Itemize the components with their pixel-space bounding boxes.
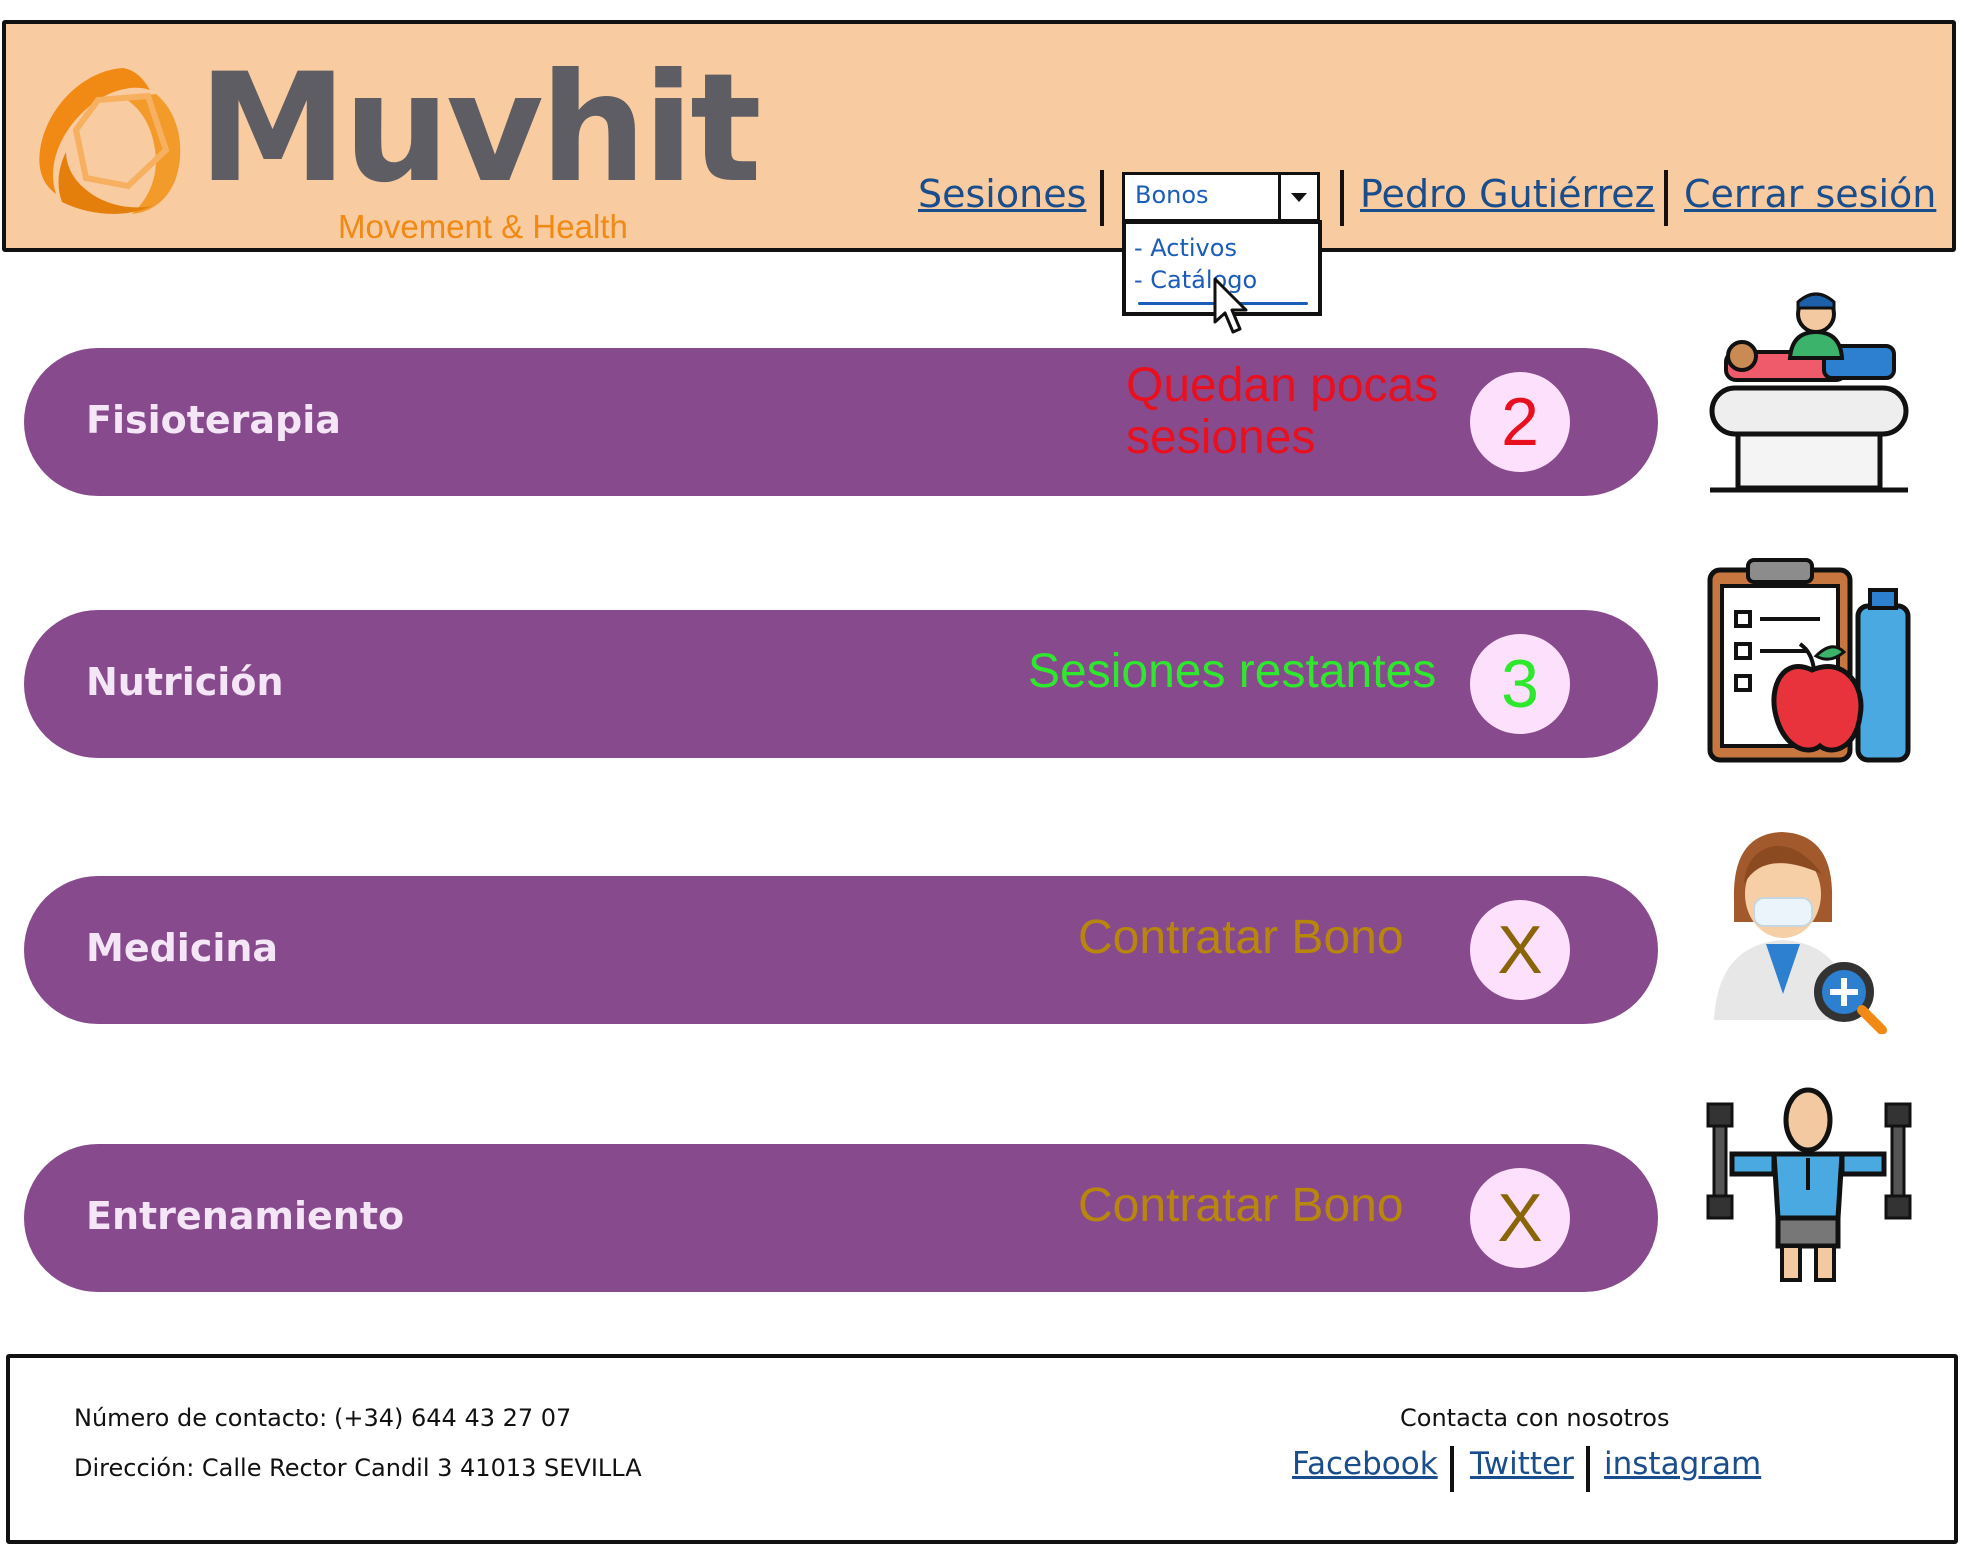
chevron-down-icon[interactable] — [1278, 175, 1317, 219]
footer-phone-value: (+34) 644 43 27 07 — [334, 1404, 572, 1432]
nav-user-link[interactable]: Pedro Gutiérrez — [1360, 170, 1655, 218]
logo-wordmark: Muvhit — [198, 42, 762, 216]
contract-bono-link[interactable]: Contratar Bono — [1078, 1178, 1404, 1233]
footer-address: Dirección: Calle Rector Candil 3 41013 S… — [74, 1454, 642, 1482]
footer-phone-label: Número de contacto: — [74, 1404, 328, 1432]
logo-tagline: Movement & Health — [338, 208, 628, 245]
muvhit-logo[interactable]: Muvhit Movement & Health — [28, 40, 762, 245]
nav-separator — [1340, 170, 1344, 226]
footer: Número de contacto: (+34) 644 43 27 07 D… — [6, 1354, 1958, 1544]
service-status-warning: Quedan pocas sesiones — [1126, 359, 1439, 464]
sessions-count-badge: 3 — [1470, 634, 1570, 734]
nav-separator — [1664, 170, 1668, 226]
training-dumbbells-icon — [1706, 1087, 1912, 1282]
facebook-link[interactable]: Facebook — [1292, 1446, 1438, 1482]
service-bar-entrenamiento[interactable]: Entrenamiento Contratar Bono X — [24, 1144, 1658, 1292]
service-bar-fisioterapia[interactable]: Fisioterapia Quedan pocas sesiones 2 — [24, 348, 1658, 496]
service-status-remaining: Sesiones restantes — [1028, 645, 1437, 698]
nav-logout-link[interactable]: Cerrar sesión — [1684, 170, 1936, 218]
service-name: Medicina — [86, 926, 279, 970]
mouse-cursor-icon — [1213, 277, 1248, 334]
footer-separator — [1586, 1446, 1590, 1492]
service-name: Nutrición — [86, 660, 284, 704]
dropdown-item-activos[interactable]: - Activos — [1134, 234, 1237, 262]
sessions-count-badge: X — [1470, 900, 1570, 1000]
nav-separator — [1100, 170, 1104, 226]
doctor-icon — [1714, 832, 1887, 1034]
instagram-link[interactable]: instagram — [1604, 1446, 1761, 1482]
service-name: Entrenamiento — [86, 1194, 405, 1238]
service-name: Fisioterapia — [86, 398, 341, 442]
bonos-select[interactable]: Bonos — [1122, 172, 1320, 222]
sessions-count-badge: 2 — [1470, 372, 1570, 472]
sessions-count-badge: X — [1470, 1168, 1570, 1268]
nutrition-clipboard-icon — [1707, 558, 1911, 763]
footer-contact-title: Contacta con nosotros — [1400, 1404, 1670, 1432]
service-bar-medicina[interactable]: Medicina Contratar Bono X — [24, 876, 1658, 1024]
physiotherapy-icon — [1709, 292, 1909, 493]
footer-separator — [1450, 1446, 1454, 1492]
nav-sessions-link[interactable]: Sesiones — [918, 170, 1086, 218]
bonos-select-value: Bonos — [1135, 181, 1209, 209]
contract-bono-link[interactable]: Contratar Bono — [1078, 910, 1404, 965]
twitter-link[interactable]: Twitter — [1470, 1446, 1574, 1482]
service-bar-nutricion[interactable]: Nutrición Sesiones restantes 3 — [24, 610, 1658, 758]
logo-mark-icon — [39, 68, 181, 214]
